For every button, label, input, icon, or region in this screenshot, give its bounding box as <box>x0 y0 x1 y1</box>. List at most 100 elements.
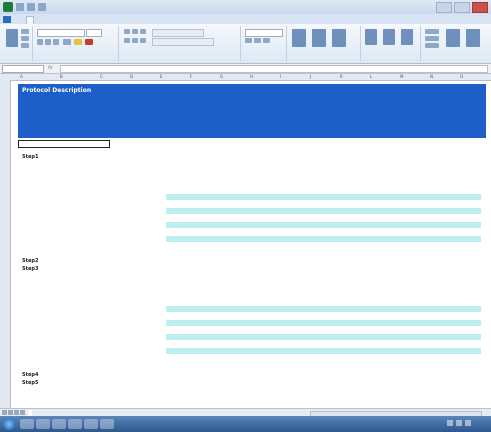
table-row <box>166 243 481 249</box>
column-header[interactable]: C <box>100 74 103 79</box>
excel-app-icon[interactable] <box>3 2 13 12</box>
column-header[interactable]: J <box>310 74 311 79</box>
clipboard-group <box>2 26 33 61</box>
align-left-icon[interactable] <box>124 38 130 43</box>
format-as-table-icon[interactable] <box>312 29 326 47</box>
column-header[interactable]: D <box>130 74 133 79</box>
table-column-headers <box>166 298 481 302</box>
column-header[interactable]: B <box>60 74 63 79</box>
delete-cells-icon[interactable] <box>383 29 395 45</box>
maximize-button[interactable] <box>454 2 470 13</box>
start-button[interactable] <box>3 418 15 430</box>
font-group-label <box>34 55 118 60</box>
underline-icon[interactable] <box>53 39 59 45</box>
column-header[interactable]: N <box>430 74 433 79</box>
merge-center-button[interactable] <box>152 38 214 46</box>
number-format-select[interactable] <box>245 29 283 37</box>
table-row <box>166 320 481 326</box>
taskbar-app-icon[interactable] <box>100 419 114 429</box>
column-header[interactable]: L <box>370 74 372 79</box>
name-box[interactable] <box>2 65 44 73</box>
save-icon[interactable] <box>16 3 24 11</box>
tab-file[interactable] <box>3 16 11 23</box>
comma-icon[interactable] <box>263 38 270 43</box>
formula-input[interactable] <box>60 65 488 73</box>
font-name-select[interactable] <box>37 29 85 37</box>
sheet-nav-arrows <box>2 410 25 415</box>
wrap-text-button[interactable] <box>152 29 204 37</box>
row-highlight <box>166 306 481 312</box>
fill-icon[interactable] <box>425 36 439 41</box>
column-header[interactable]: E <box>160 74 163 79</box>
last-sheet-icon[interactable] <box>20 410 25 415</box>
table-row <box>166 313 481 319</box>
editing-group <box>422 26 488 61</box>
align-bottom-icon[interactable] <box>140 29 146 34</box>
taskbar-app-icon[interactable] <box>20 419 34 429</box>
number-group <box>242 26 287 61</box>
taskbar-app-icon[interactable] <box>36 419 50 429</box>
selected-cell[interactable] <box>18 140 110 148</box>
fx-icon[interactable]: fx <box>48 65 53 71</box>
column-header[interactable]: O <box>460 74 463 79</box>
font-size-select[interactable] <box>86 29 102 37</box>
clear-icon[interactable] <box>425 43 439 48</box>
taskbar-app-icon[interactable] <box>68 419 82 429</box>
column-header[interactable]: H <box>250 74 253 79</box>
alignment-group <box>120 26 241 61</box>
align-right-icon[interactable] <box>140 38 146 43</box>
table-row <box>166 334 481 340</box>
prev-sheet-icon[interactable] <box>8 410 13 415</box>
find-select-icon[interactable] <box>466 29 480 47</box>
worksheet-grid[interactable]: Protocol Description Step1 Step2 Step3 S… <box>10 80 491 408</box>
row-highlight <box>166 320 481 326</box>
percent-icon[interactable] <box>254 38 261 43</box>
autosum-icon[interactable] <box>425 29 439 34</box>
copy-icon[interactable] <box>21 36 29 41</box>
align-middle-icon[interactable] <box>132 29 138 34</box>
italic-icon[interactable] <box>45 39 51 45</box>
title-bar <box>0 0 491 14</box>
column-header[interactable]: G <box>220 74 223 79</box>
bold-icon[interactable] <box>37 39 43 45</box>
styles-group <box>288 26 361 61</box>
align-center-icon[interactable] <box>132 38 138 43</box>
redo-icon[interactable] <box>38 3 46 11</box>
close-button[interactable] <box>472 2 488 13</box>
first-sheet-icon[interactable] <box>2 410 7 415</box>
fill-color-icon[interactable] <box>74 39 82 45</box>
column-header[interactable]: M <box>400 74 403 79</box>
row-highlight <box>166 222 481 228</box>
align-top-icon[interactable] <box>124 29 130 34</box>
format-painter-icon[interactable] <box>21 43 29 48</box>
row-highlight <box>166 236 481 242</box>
tray-icon[interactable] <box>447 420 453 426</box>
taskbar-apps <box>20 419 114 429</box>
tray-icon[interactable] <box>456 420 462 426</box>
insert-cells-icon[interactable] <box>365 29 377 45</box>
taskbar-app-icon[interactable] <box>84 419 98 429</box>
minimize-button[interactable] <box>436 2 452 13</box>
column-header[interactable]: K <box>340 74 343 79</box>
column-header[interactable]: I <box>280 74 281 79</box>
tray-icon[interactable] <box>465 420 471 426</box>
conditional-formatting-icon[interactable] <box>292 29 306 47</box>
column-header[interactable]: A <box>20 74 23 79</box>
undo-icon[interactable] <box>27 3 35 11</box>
column-header[interactable]: F <box>190 74 192 79</box>
format-cells-icon[interactable] <box>401 29 413 45</box>
step-label: Step2 <box>22 258 39 264</box>
paste-icon[interactable] <box>6 29 18 47</box>
borders-icon[interactable] <box>63 39 71 45</box>
sort-filter-icon[interactable] <box>446 29 460 47</box>
currency-icon[interactable] <box>245 38 252 43</box>
font-color-icon[interactable] <box>85 39 93 45</box>
taskbar-app-icon[interactable] <box>52 419 66 429</box>
table-row <box>166 306 481 312</box>
next-sheet-icon[interactable] <box>14 410 19 415</box>
table-row <box>166 355 481 361</box>
tab-home[interactable] <box>26 16 34 24</box>
cell-styles-icon[interactable] <box>332 29 346 47</box>
cut-icon[interactable] <box>21 29 29 34</box>
editing-group-label <box>422 55 488 60</box>
